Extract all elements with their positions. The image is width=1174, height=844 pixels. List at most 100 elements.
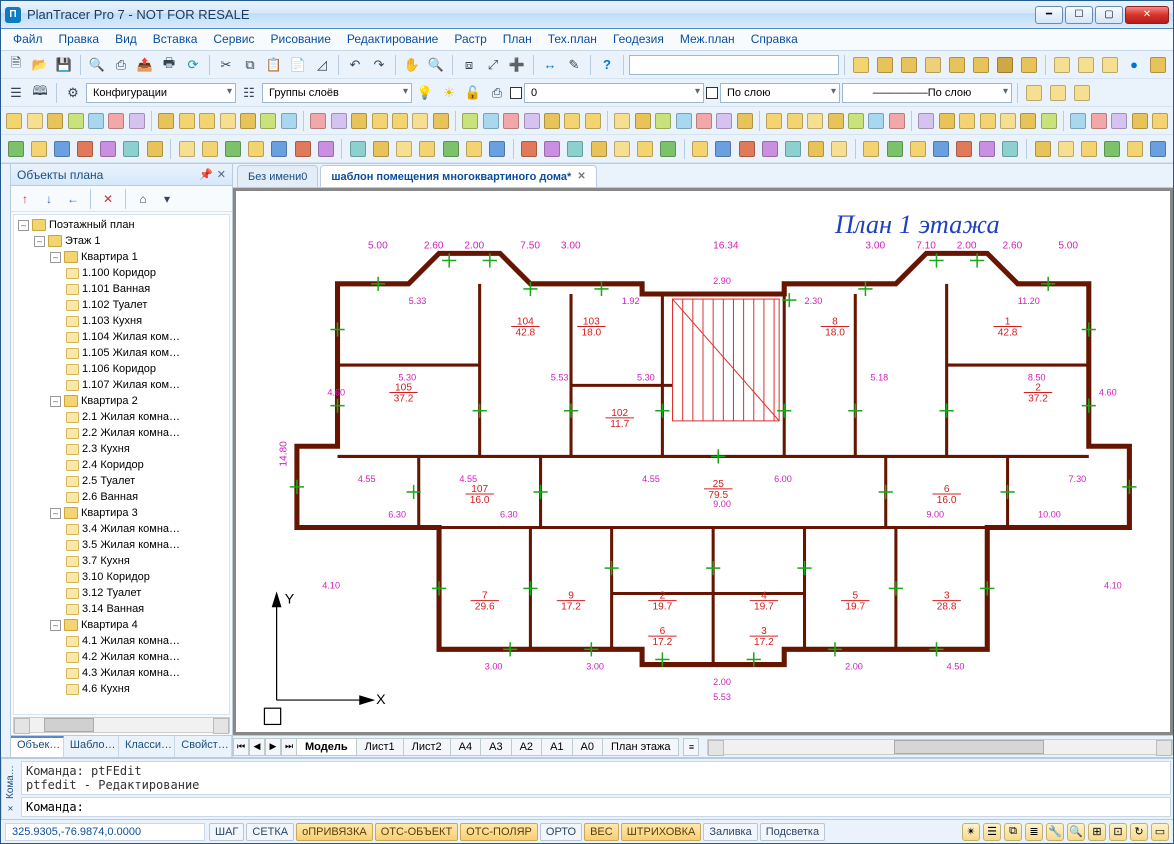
status-toggle-Подсветка[interactable]: Подсветка: [760, 823, 825, 841]
toolbar-row4-btn-28[interactable]: [690, 138, 711, 160]
toolbar-row4-btn-4[interactable]: [98, 138, 119, 160]
save-icon[interactable]: 💾: [53, 54, 75, 76]
r-icon-13[interactable]: [1147, 54, 1169, 76]
pin-icon[interactable]: 📌: [199, 168, 213, 181]
tree-node[interactable]: –Квартира 1: [48, 249, 229, 265]
menu-рисование[interactable]: Рисование: [262, 29, 338, 50]
tree-node[interactable]: 3.4 Жилая комна…: [64, 521, 229, 537]
menu-тех.план[interactable]: Тех.план: [540, 29, 605, 50]
tree-node[interactable]: 4.3 Жилая комна…: [64, 665, 229, 681]
status-icon-9[interactable]: ↻: [1130, 823, 1148, 841]
status-toggle-СЕТКА[interactable]: СЕТКА: [246, 823, 294, 841]
lock-icon[interactable]: 🔓: [462, 82, 484, 104]
model-horizontal-scrollbar[interactable]: [707, 739, 1173, 755]
status-icon-5[interactable]: 🔧: [1046, 823, 1064, 841]
toolbar-row3-btn-16[interactable]: [350, 110, 368, 132]
back-arrow-icon[interactable]: ←: [63, 189, 83, 209]
dist-icon[interactable]: ↔: [539, 54, 561, 76]
layers-icon[interactable]: ☰: [5, 82, 27, 104]
status-icon-10[interactable]: ▭: [1151, 823, 1169, 841]
tree-node[interactable]: 2.5 Туалет: [64, 473, 229, 489]
menu-меж.план[interactable]: Меж.план: [672, 29, 743, 50]
toolbar-row3-btn-20[interactable]: [432, 110, 450, 132]
toolbar-row3-btn-7[interactable]: [157, 110, 175, 132]
menu-правка[interactable]: Правка: [51, 29, 108, 50]
tree-node[interactable]: 1.105 Жилая ком…: [64, 345, 229, 361]
status-toggle-ВЕС[interactable]: ВЕС: [584, 823, 619, 841]
status-toggle-ОРТО[interactable]: ОРТО: [540, 823, 582, 841]
sheet-tab-Лист2[interactable]: Лист2: [403, 738, 451, 756]
tree-node[interactable]: 1.100 Коридор: [64, 265, 229, 281]
copy-icon[interactable]: ⧉: [239, 54, 261, 76]
tab-last-icon[interactable]: ⏭: [281, 738, 297, 756]
plot-icon[interactable]: ⎙: [110, 54, 132, 76]
toolbar-row4-btn-13[interactable]: [315, 138, 336, 160]
toolbar-row4-btn-39[interactable]: [953, 138, 974, 160]
toolbar-row3-btn-30[interactable]: [654, 110, 672, 132]
menu-справка[interactable]: Справка: [743, 29, 806, 50]
command-handle-label[interactable]: × Кома…: [1, 759, 19, 819]
toolbar-row4-btn-2[interactable]: [51, 138, 72, 160]
toolbar-row4-btn-23[interactable]: [565, 138, 586, 160]
toolbar-row4-btn-1[interactable]: [28, 138, 49, 160]
undo-icon[interactable]: ↶: [344, 54, 366, 76]
status-icon-2[interactable]: ☰: [983, 823, 1001, 841]
toolbar-row4-btn-15[interactable]: [370, 138, 391, 160]
toolbar-row3-btn-2[interactable]: [46, 110, 64, 132]
status-toggle-Заливка[interactable]: Заливка: [703, 823, 757, 841]
menu-растр[interactable]: Растр: [446, 29, 494, 50]
toolbar-row4-btn-0[interactable]: [5, 138, 26, 160]
menu-редактирование[interactable]: Редактирование: [339, 29, 446, 50]
cut-icon[interactable]: ✂: [215, 54, 237, 76]
tree-node[interactable]: –Этаж 1: [32, 233, 229, 249]
toolbar-row3-btn-52[interactable]: [1130, 110, 1148, 132]
toolbar-row4-btn-12[interactable]: [292, 138, 313, 160]
object-tree[interactable]: –Поэтажный план–Этаж 1–Квартира 11.100 К…: [13, 214, 230, 715]
toolbar-row3-btn-21[interactable]: [461, 110, 479, 132]
layer-group-combo[interactable]: Группы слоёв: [262, 83, 412, 103]
sheet-tab-План этажа[interactable]: План этажа: [602, 738, 679, 756]
toolbar-row4-btn-21[interactable]: [518, 138, 539, 160]
status-toggle-ШТРИХОВКА[interactable]: ШТРИХОВКА: [621, 823, 702, 841]
toolbar-row4-btn-6[interactable]: [144, 138, 165, 160]
minimize-button[interactable]: ━: [1035, 6, 1063, 24]
toolbar-row4-btn-24[interactable]: [588, 138, 609, 160]
status-icon-1[interactable]: ✴: [962, 823, 980, 841]
eraser-icon[interactable]: ◿: [311, 54, 333, 76]
toolbar-row4-btn-32[interactable]: [782, 138, 803, 160]
tree-node[interactable]: 4.1 Жилая комна…: [64, 633, 229, 649]
toolbar-row3-btn-28[interactable]: [613, 110, 631, 132]
tree-node[interactable]: 2.6 Ванная: [64, 489, 229, 505]
layerprev-icon[interactable]: 🕮: [29, 82, 51, 104]
layergroup-icon[interactable]: ☷: [238, 82, 260, 104]
toolbar-row4-btn-47[interactable]: [1148, 138, 1169, 160]
tree-node[interactable]: 3.5 Жилая комна…: [64, 537, 229, 553]
tree-node[interactable]: 3.10 Коридор: [64, 569, 229, 585]
toolbar-row3-btn-24[interactable]: [522, 110, 540, 132]
canvas-viewport[interactable]: План 1 этажа Y X: [235, 190, 1171, 733]
toolbar-row4-btn-9[interactable]: [223, 138, 244, 160]
help-icon[interactable]: ?: [596, 54, 618, 76]
tree-node[interactable]: 3.12 Туалет: [64, 585, 229, 601]
zoom-window-icon[interactable]: ⧈: [458, 54, 480, 76]
toolbar-row3-btn-35[interactable]: [765, 110, 783, 132]
toolbar-row4-btn-42[interactable]: [1032, 138, 1053, 160]
toolbar-row3-btn-53[interactable]: [1151, 110, 1169, 132]
zoom-extents-icon[interactable]: ⤢: [482, 54, 504, 76]
toolbar-row3-btn-4[interactable]: [87, 110, 105, 132]
toolbar-row4-btn-43[interactable]: [1055, 138, 1076, 160]
toolbar-row4-btn-8[interactable]: [199, 138, 220, 160]
toolbar-row3-btn-29[interactable]: [633, 110, 651, 132]
toolbar-row3-btn-17[interactable]: [370, 110, 388, 132]
tree-node[interactable]: 2.4 Коридор: [64, 457, 229, 473]
paste-icon[interactable]: 📋: [263, 54, 285, 76]
dropdown-icon[interactable]: ▾: [157, 189, 177, 209]
linetype-combo[interactable]: ————— По слою: [842, 83, 1012, 103]
refresh-icon[interactable]: ⟳: [182, 54, 204, 76]
publish-icon[interactable]: 📤: [134, 54, 156, 76]
toolbar-row3-btn-39[interactable]: [847, 110, 865, 132]
toolbar-row3-btn-50[interactable]: [1089, 110, 1107, 132]
toolbar-row3-btn-27[interactable]: [584, 110, 602, 132]
open-icon[interactable]: 📂: [29, 54, 51, 76]
home-icon[interactable]: ⌂: [133, 189, 153, 209]
